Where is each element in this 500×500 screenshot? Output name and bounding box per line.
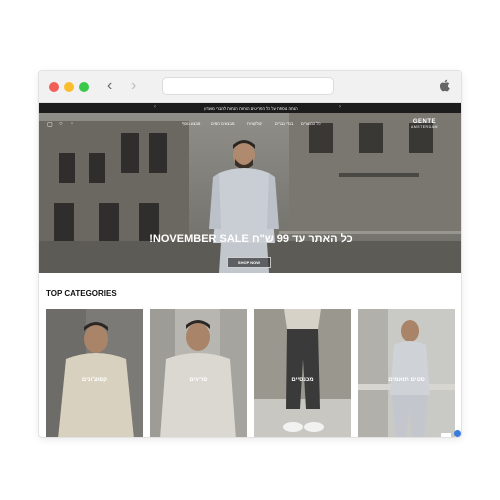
category-card[interactable]: מכנסיים bbox=[254, 309, 351, 437]
category-card[interactable]: קפוצ'ונים bbox=[46, 309, 143, 437]
hero-title: !NOVEMBER SALE כל האתר עד 99 ש"ח bbox=[149, 233, 353, 245]
accessibility-button[interactable] bbox=[454, 430, 461, 437]
address-bar[interactable] bbox=[162, 77, 334, 95]
category-label: סטים תואמים bbox=[388, 377, 425, 383]
search-icon[interactable]: ○ bbox=[59, 121, 65, 127]
user-icon[interactable]: ◦ bbox=[71, 121, 77, 127]
announcement-text: הנחה נוספת על כל הפריטים הוחזרו הנחות לח… bbox=[204, 105, 298, 111]
maximize-window-button[interactable] bbox=[79, 82, 89, 92]
hero-model-image bbox=[209, 140, 279, 273]
announcement-bar: ‹ הנחה נוספת על כל הפריטים הוחזרו הנחות … bbox=[39, 103, 461, 113]
category-image bbox=[358, 309, 455, 437]
nav-item-hot-deals[interactable]: מבצעים חמים bbox=[211, 121, 234, 126]
chevron-left-icon[interactable]: ‹ bbox=[107, 77, 112, 95]
category-label: מכנסיים bbox=[291, 377, 314, 383]
category-label: קפוצ'ונים bbox=[81, 377, 108, 383]
hero-banner: ▢ ○ ◦ מבצע נוסף מבצעים חמים קולקציות בגד… bbox=[39, 113, 461, 273]
chat-badge[interactable] bbox=[441, 433, 451, 437]
chevron-right-icon[interactable]: › bbox=[339, 104, 341, 110]
category-card[interactable]: סריגים bbox=[150, 309, 247, 437]
bag-icon[interactable]: ▢ bbox=[47, 121, 53, 128]
minimize-window-button[interactable] bbox=[64, 82, 74, 92]
category-image bbox=[46, 309, 143, 437]
site-logo[interactable]: GENTE AMSTERDAM bbox=[411, 119, 438, 129]
nav-item-men[interactable]: בגדי גברים bbox=[275, 121, 293, 126]
nav-item-more[interactable]: מבצע נוסף bbox=[182, 121, 200, 126]
category-image bbox=[150, 309, 247, 437]
apple-icon bbox=[439, 79, 450, 92]
site-header: ▢ ○ ◦ מבצע נוסף מבצעים חמים קולקציות בגד… bbox=[39, 113, 461, 133]
browser-window: ‹ › ‹ הנחה נוספת על כל הפריטים הוחזרו הנ… bbox=[38, 70, 462, 438]
category-card[interactable]: סטים תואמים bbox=[358, 309, 455, 437]
browser-toolbar: ‹ › bbox=[39, 71, 461, 103]
close-window-button[interactable] bbox=[49, 82, 59, 92]
category-image bbox=[254, 309, 351, 437]
shop-now-button[interactable]: SHOP NOW bbox=[227, 257, 271, 268]
category-label: סריגים bbox=[189, 377, 208, 383]
section-title: TOP CATEGORIES bbox=[46, 289, 117, 298]
nav-item-all[interactable]: כל המוצרים bbox=[301, 121, 321, 126]
chevron-left-icon[interactable]: ‹ bbox=[154, 104, 156, 110]
chevron-right-icon[interactable]: › bbox=[131, 77, 136, 95]
nav-item-collections[interactable]: קולקציות bbox=[247, 121, 262, 126]
